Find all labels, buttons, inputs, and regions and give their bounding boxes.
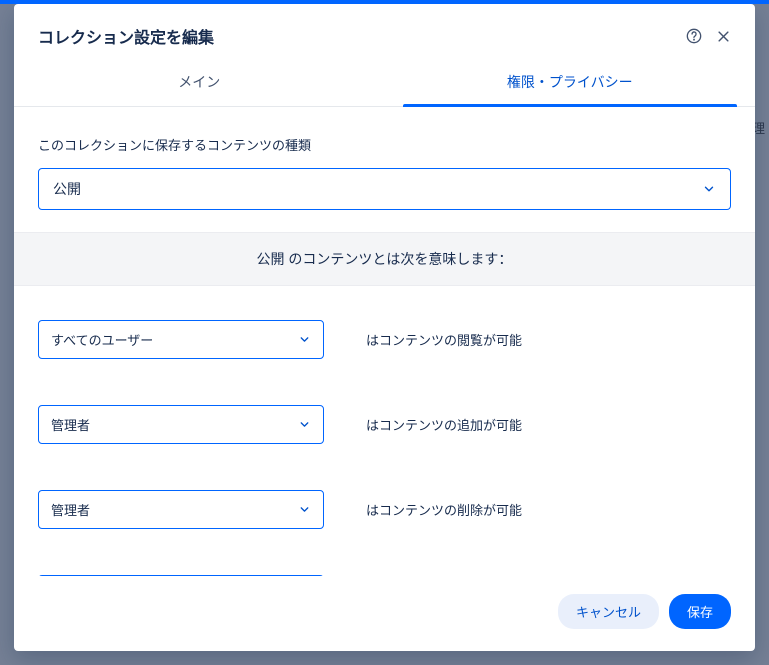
view-role-value: すべてのユーザー	[51, 330, 153, 349]
permission-row-add: 管理者 はコンテンツの追加が可能	[38, 405, 731, 444]
close-icon[interactable]	[716, 29, 731, 44]
content-type-label: このコレクションに保存するコンテンツの種類	[38, 135, 731, 154]
content-type-value: 公開	[53, 179, 81, 199]
tab-privacy[interactable]: 権限・プライバシー	[385, 60, 756, 107]
delete-role-value: 管理者	[51, 500, 90, 519]
cancel-button[interactable]: キャンセル	[558, 594, 659, 629]
help-icon[interactable]	[686, 28, 702, 44]
add-role-select[interactable]: 管理者	[38, 405, 324, 444]
top-accent-bar	[0, 0, 769, 4]
view-permission-text: はコンテンツの閲覧が可能	[366, 330, 522, 349]
chevron-down-icon	[298, 333, 311, 346]
delete-role-select[interactable]: 管理者	[38, 490, 324, 529]
save-button[interactable]: 保存	[669, 594, 731, 629]
chevron-down-icon	[298, 418, 311, 431]
modal-title: コレクション設定を編集	[38, 24, 686, 48]
edit-collection-settings-modal: コレクション設定を編集 メイン 権限・プライバシー このコレクションに保存するコ…	[14, 4, 755, 651]
delete-permission-text: はコンテンツの削除が可能	[366, 500, 522, 519]
tab-privacy-label: 権限・プライバシー	[507, 74, 633, 90]
permission-row-view: すべてのユーザー はコンテンツの閲覧が可能	[38, 320, 731, 359]
tab-bar: メイン 権限・プライバシー	[14, 60, 755, 107]
permission-rows: すべてのユーザー はコンテンツの閲覧が可能 管理者 はコンテンツの追加が可能	[38, 286, 731, 576]
modal-footer: キャンセル 保存	[14, 576, 755, 651]
header-actions	[686, 28, 731, 44]
permission-row-delete: 管理者 はコンテンツの削除が可能	[38, 490, 731, 529]
modal-header: コレクション設定を編集	[14, 4, 755, 60]
add-permission-text: はコンテンツの追加が可能	[366, 415, 522, 434]
view-role-select[interactable]: すべてのユーザー	[38, 320, 324, 359]
explanation-banner: 公開 のコンテンツとは次を意味します：	[14, 232, 755, 286]
tab-main-label: メイン	[178, 74, 220, 90]
tab-main[interactable]: メイン	[14, 60, 385, 107]
content-type-select[interactable]: 公開	[38, 168, 731, 210]
chevron-down-icon	[298, 503, 311, 516]
chevron-down-icon	[702, 182, 716, 196]
modal-content: このコレクションに保存するコンテンツの種類 公開 公開 のコンテンツとは次を意味…	[14, 107, 755, 576]
add-role-value: 管理者	[51, 415, 90, 434]
